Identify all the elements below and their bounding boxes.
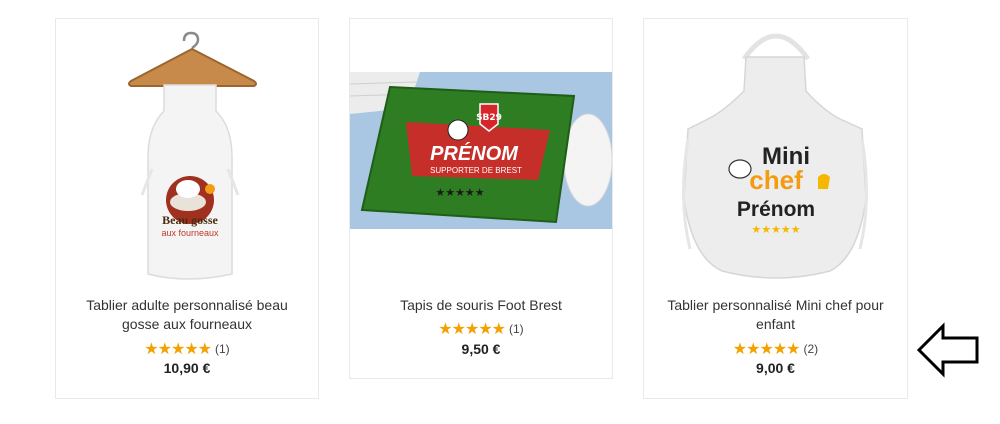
badge-text: SB29	[476, 113, 502, 123]
product-card[interactable]: Beau gosse aux fourneaux Tablier adulte …	[55, 18, 319, 399]
image-text-line2: SUPPORTER DE BREST	[430, 166, 522, 175]
image-text-line3: Prénom	[737, 198, 815, 221]
star-rating-icon: ★★★★★	[144, 341, 212, 358]
image-stars: ★★★★★	[751, 224, 800, 236]
product-image[interactable]: SB29 PRÉNOM SUPPORTER DE BREST ★★★★★	[349, 72, 613, 229]
image-text-line1: Beau gosse	[162, 213, 218, 227]
product-card[interactable]: SB29 PRÉNOM SUPPORTER DE BREST ★★★★★ Tap…	[349, 18, 613, 379]
product-title[interactable]: Tablier personnalisé Mini chef pour enfa…	[654, 296, 897, 334]
arrow-left-outline-icon	[916, 322, 981, 378]
review-count: (1)	[215, 342, 230, 356]
review-count: (1)	[509, 322, 524, 336]
star-rating-icon: ★★★★★	[732, 341, 801, 358]
product-rating: ★★★★★ (1)	[56, 339, 318, 359]
star-rating-icon: ★★★★★	[438, 321, 506, 338]
product-title[interactable]: Tapis de souris Foot Brest	[360, 296, 602, 315]
product-rating: ★★★★★ (2)	[644, 339, 907, 359]
product-rating: ★★★★★ (1)	[350, 319, 612, 339]
product-price: 10,90 €	[163, 360, 211, 376]
product-price: 9,00 €	[756, 360, 795, 376]
image-text-line2: aux fourneaux	[161, 228, 219, 238]
review-count: (2)	[803, 342, 819, 356]
product-title[interactable]: Tablier adulte personnalisé beau gosse a…	[66, 296, 308, 334]
image-text-line2: chef	[749, 165, 803, 195]
product-image[interactable]: Mini chef Prénom ★★★★★	[644, 19, 907, 287]
product-card[interactable]: Mini chef Prénom ★★★★★ Tablier personnal…	[643, 18, 908, 399]
image-stars: ★★★★★	[435, 187, 484, 199]
product-price: 9,50 €	[461, 341, 501, 357]
product-image[interactable]: Beau gosse aux fourneaux	[56, 19, 318, 287]
image-text-line1: PRÉNOM	[430, 142, 519, 165]
